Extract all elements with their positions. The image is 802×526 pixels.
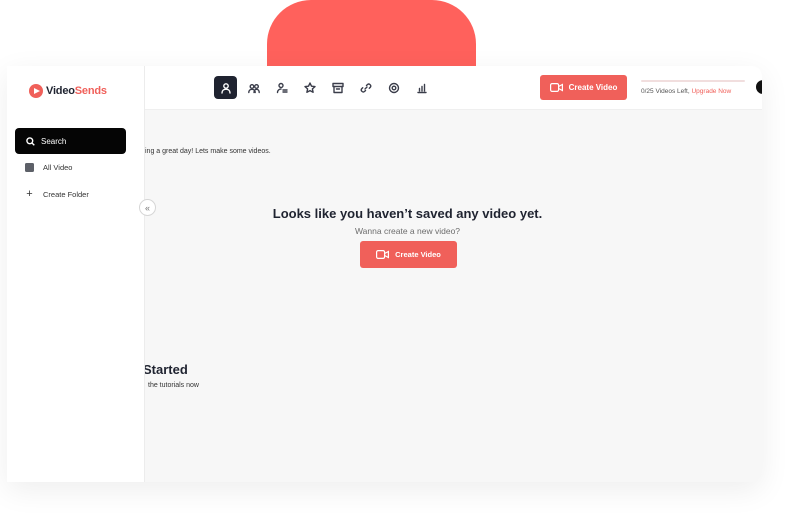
stage: Create Video 0/25 Videos Left, Upgrade N…	[0, 0, 802, 526]
video-camera-icon	[376, 250, 390, 259]
double-chevron-left-icon: «	[144, 202, 150, 213]
empty-state-title: Looks like you haven’t saved any video y…	[272, 206, 543, 221]
link-icon	[360, 82, 371, 93]
quota-text: 0/25 Videos Left, Upgrade Now	[641, 88, 745, 95]
quota-progress-bar	[641, 80, 745, 82]
create-video-top-label: Create Video	[568, 83, 618, 92]
user-icon	[220, 82, 231, 94]
sidebar-item-label: All Video	[43, 163, 73, 172]
folder-square-icon	[25, 163, 34, 172]
nav-settings-button[interactable]	[382, 76, 405, 99]
sidebar-item-all-video[interactable]: All Video	[25, 163, 72, 172]
avatar[interactable]	[754, 78, 762, 96]
nav-archive-button[interactable]	[326, 76, 349, 99]
collapse-sidebar-button[interactable]: «	[139, 199, 156, 216]
settings-icon	[388, 82, 399, 93]
quota-count: 0/25 Videos Left,	[641, 88, 690, 95]
logo-text-part2: Sends	[74, 85, 107, 97]
nav-analytics-button[interactable]	[410, 76, 433, 99]
nav-user-list-button[interactable]	[270, 76, 293, 99]
search-icon	[26, 136, 35, 146]
sidebar: VideoSends Search All Video + Create Fol…	[7, 66, 145, 482]
create-video-label: Create Video	[395, 250, 441, 259]
analytics-icon	[416, 83, 427, 93]
nav-favorites-button[interactable]	[298, 76, 321, 99]
search-button[interactable]: Search	[15, 128, 126, 154]
logo-text-part1: Video	[46, 85, 75, 97]
plus-icon: +	[26, 188, 33, 200]
nav-user-button[interactable]	[214, 76, 237, 99]
user-list-icon	[276, 82, 288, 93]
logo[interactable]: VideoSends	[29, 84, 107, 98]
getting-started-title: Started	[143, 362, 188, 377]
video-camera-icon	[549, 83, 563, 92]
nav-icons	[214, 76, 433, 99]
star-icon	[303, 81, 316, 93]
sidebar-item-label: Create Folder	[43, 190, 89, 199]
nav-link-button[interactable]	[354, 76, 377, 99]
empty-state-subtitle: Wanna create a new video?	[354, 226, 461, 236]
play-logo-icon	[29, 84, 43, 98]
create-video-top-button[interactable]: Create Video	[540, 75, 627, 100]
getting-started-subtitle: the tutorials now	[148, 382, 199, 389]
search-label: Search	[41, 136, 67, 146]
video-quota: 0/25 Videos Left, Upgrade Now	[641, 80, 745, 95]
logo-text: VideoSends	[46, 85, 107, 97]
sidebar-item-create-folder[interactable]: + Create Folder	[25, 188, 89, 200]
greeting-text: ing a great day! Lets make some videos.	[145, 148, 271, 155]
users-icon	[247, 83, 260, 93]
create-video-button[interactable]: Create Video	[360, 241, 457, 268]
app-window: Create Video 0/25 Videos Left, Upgrade N…	[7, 66, 762, 482]
nav-users-button[interactable]	[242, 76, 265, 99]
upgrade-now-link[interactable]: Upgrade Now	[691, 88, 731, 95]
archive-icon	[331, 82, 344, 93]
